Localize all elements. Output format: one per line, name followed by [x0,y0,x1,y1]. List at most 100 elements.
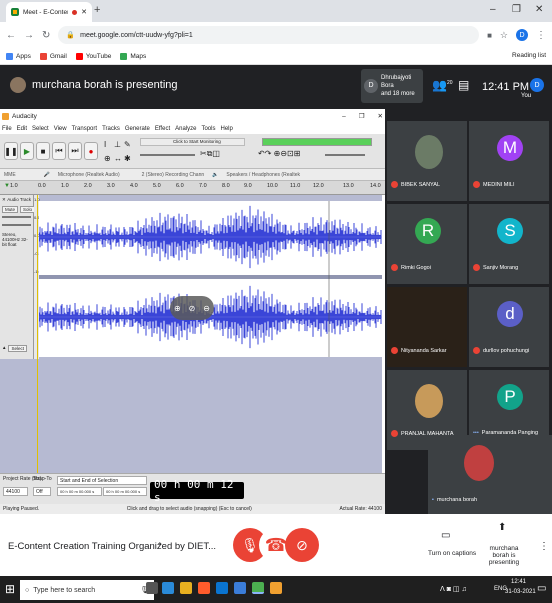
pan-slider[interactable] [2,224,31,226]
camera-toggle-button[interactable]: ⊘ [285,528,319,562]
minimize-icon[interactable]: – [490,4,496,15]
multi-tool-icon[interactable]: ✱ [124,154,131,163]
zoom-tool-icon[interactable]: ⊕ [104,154,111,163]
envelope-tool-icon[interactable]: ⊥ [114,140,121,149]
chevron-up-icon[interactable]: ⌃ [156,541,164,552]
aud-maximize-icon[interactable]: ❐ [359,112,365,120]
others-presenting-tile[interactable]: D Dhrubajyoti Bora and 18 more [361,69,423,103]
menu-icon[interactable]: ⋮ [536,30,546,41]
timeline-ruler[interactable]: ▼ 1.0 0.0 1.0 2.0 3.0 4.0 5.0 6.0 7.0 8.… [0,181,385,195]
url-field[interactable]: 🔒 meet.google.com/ctt-uudw-yfg?pli=1 [58,26,480,44]
audacity-taskbar-icon[interactable] [270,582,282,594]
menu-file[interactable]: File [2,126,12,132]
star-icon[interactable]: ☆ [500,30,508,41]
firefox-icon[interactable] [198,582,210,594]
draw-tool-icon[interactable]: ✎ [124,140,131,149]
present-icon[interactable]: ⬆ [498,522,506,533]
menu-tracks[interactable]: Tracks [102,126,120,132]
participant-tile[interactable]: BIBEK SANYAL [387,121,467,201]
menu-help[interactable]: Help [220,126,232,132]
selection-start[interactable]: 00 h 00 m 00.000 s [57,487,102,496]
taskbar-time[interactable]: 12:41 [511,579,526,585]
zoom-tools-icon[interactable]: ↶↷ ⊕⊖⊡⊞ [258,149,300,158]
reload-icon[interactable]: ↻ [42,30,50,41]
participant-tile[interactable]: d durllov pohuchungi [469,287,549,367]
new-tab-button[interactable]: + [94,4,100,16]
participant-tile[interactable]: S Sanjiv Morang [469,204,549,284]
taskbar-date[interactable]: 31-03-2021 [505,589,536,595]
more-options-icon[interactable]: ⋮ [539,541,549,552]
mic-select[interactable]: Microphone (Realtek Audio) [58,172,120,178]
camera-icon[interactable]: ■ [487,31,492,40]
back-icon[interactable]: ← [6,30,16,41]
pause-button[interactable]: ❚❚ [4,142,18,160]
notification-icon[interactable]: ▭ [537,583,546,594]
close-tab-icon[interactable]: ✕ [81,8,87,16]
track-area[interactable]: ✕ Audio Track Mute Solo Stereo, 44100Hz 3… [0,195,382,473]
record-meter[interactable]: Click to Start Monitoring [140,138,245,146]
profile-avatar[interactable]: D [516,29,528,41]
empty-track-space[interactable] [0,365,382,473]
menu-transport[interactable]: Transport [72,126,97,132]
captions-icon[interactable]: ▭ [441,530,450,541]
collapse-icon[interactable]: ▲ [2,345,6,352]
host-select[interactable]: MME [4,172,16,178]
menu-analyze[interactable]: Analyze [175,126,196,132]
waveform-display[interactable] [38,201,382,357]
forward-icon[interactable]: → [24,30,34,41]
skip-start-button[interactable]: ⏮ [52,142,66,160]
reading-list-button[interactable]: Reading list [512,52,546,59]
bookmark-apps[interactable]: Apps [6,52,31,60]
file-explorer-icon[interactable] [180,582,192,594]
participant-tile[interactable]: Nityananda Sarkar [387,287,467,367]
menu-view[interactable]: View [54,126,67,132]
remove-icon[interactable]: ⊖ [203,304,210,313]
app-icon[interactable] [234,582,246,594]
select-button[interactable]: Select [8,345,27,352]
bookmark-maps[interactable]: Maps [120,52,146,60]
timeshift-tool-icon[interactable]: ↔ [114,154,122,163]
aud-close-icon[interactable]: ✕ [378,112,383,120]
pin-icon[interactable]: ⊕ [174,304,181,313]
snap-to-select[interactable]: Off [33,487,51,496]
captions-label[interactable]: Turn on captions [428,550,476,557]
mute-presenter-icon[interactable]: ⊘ [189,304,196,313]
track-close-icon[interactable]: ✕ [2,197,6,203]
menu-edit[interactable]: Edit [17,126,27,132]
selection-tool-icon[interactable]: I [104,140,106,149]
chat-icon[interactable]: ▤ [458,78,469,92]
presenting-label[interactable]: murchana borah is presenting [484,545,524,566]
solo-button[interactable]: Solo [20,206,36,213]
record-volume-slider[interactable] [140,154,195,156]
project-rate-select[interactable]: 44100 [3,487,28,496]
bookmark-youtube[interactable]: YouTube [75,52,111,60]
task-view-icon[interactable] [146,582,158,594]
close-window-icon[interactable]: ✕ [535,4,543,15]
chrome-icon[interactable] [252,582,264,594]
speaker-select[interactable]: Speakers / Headphones (Realtek [226,172,300,178]
channels-select[interactable]: 2 (Stereo) Recording Chann [142,172,205,178]
menu-generate[interactable]: Generate [125,126,150,132]
participant-tile[interactable]: ▪ murchana borah [428,435,552,515]
browser-tab[interactable]: Meet - E-Content Creation ✕ [6,2,92,22]
selection-mode-select[interactable]: Start and End of Selection [57,476,147,485]
menu-tools[interactable]: Tools [201,126,215,132]
aud-minimize-icon[interactable]: – [342,113,346,120]
tray-icons[interactable]: ᐱ ◙ ◫ ♫ [440,585,467,593]
participant-tile[interactable]: R Rimki Gogoi [387,204,467,284]
mute-button[interactable]: Mute [2,206,19,213]
gain-slider[interactable] [2,216,31,218]
menu-select[interactable]: Select [32,126,49,132]
edge-icon[interactable] [162,582,174,594]
track-name[interactable]: Audio Track [7,197,31,203]
maximize-icon[interactable]: ❐ [512,4,521,15]
windows-start-icon[interactable]: ⊞ [5,582,15,596]
meeting-name[interactable]: E-Content Creation Training Organized by… [8,541,216,552]
menu-effect[interactable]: Effect [155,126,170,132]
playback-meter[interactable] [262,138,372,146]
edit-tools-icon[interactable]: ✂⧉◫ [200,149,220,159]
stop-button[interactable]: ■ [36,142,50,160]
play-at-speed-slider[interactable] [325,154,365,156]
record-button[interactable]: ● [84,142,98,160]
bookmark-gmail[interactable]: Gmail [39,52,67,60]
